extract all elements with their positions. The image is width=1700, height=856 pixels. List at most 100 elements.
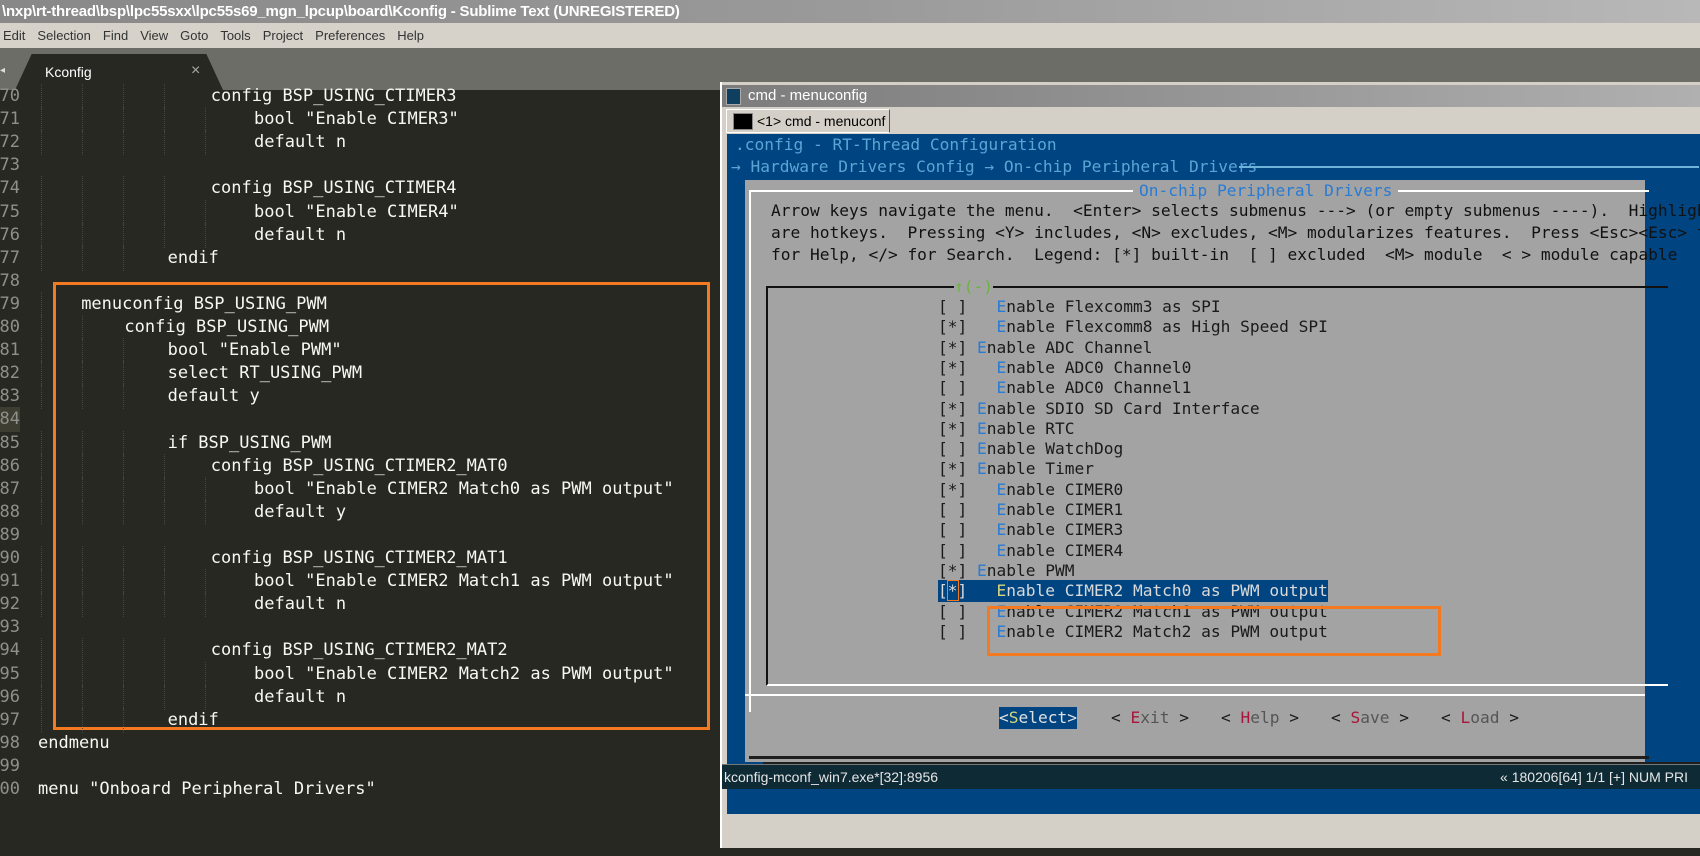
checkbox-checked[interactable]: [*]: [938, 317, 967, 336]
menuconfig-dialog: On-chip Peripheral Drivers Arrow keys na…: [745, 180, 1700, 762]
indent-guide: [204, 222, 206, 248]
tab-scroll-icon[interactable]: ◂: [0, 65, 5, 76]
code-line: 70 config BSP_USING_CTIMER3: [0, 84, 720, 109]
menu-option[interactable]: [ ] Enable CIMER4: [938, 540, 1123, 562]
checkbox-checked[interactable]: [*]: [938, 399, 967, 418]
indent-guide: [41, 569, 42, 595]
menu-item-project[interactable]: Project: [263, 28, 303, 43]
checkbox-unchecked[interactable]: [ ]: [938, 541, 967, 560]
menu-item-tools[interactable]: Tools: [220, 28, 250, 43]
code-editor[interactable]: 70 config BSP_USING_CTIMER3 71 bool "Enable…: [0, 84, 720, 856]
option-label: nable CIMER0: [1006, 479, 1124, 499]
checkbox-unchecked[interactable]: [ ]: [938, 520, 967, 539]
code-text: config BSP_USING_CTIMER2_MAT2: [210, 640, 508, 661]
menu-option[interactable]: [*] Enable Flexcomm8 as High Speed SPI: [938, 316, 1328, 338]
indent-guide: [81, 592, 83, 618]
menu-item-selection[interactable]: Selection: [37, 28, 90, 43]
menu-option[interactable]: [*] Enable CIMER0: [938, 479, 1123, 501]
indent-guide: [41, 222, 42, 248]
checkbox-checked[interactable]: [*]: [938, 561, 967, 580]
code-text: bool "Enable CIMER2 Match0 as PWM output…: [254, 478, 674, 499]
indent-guide: [122, 638, 124, 664]
terminal-tab-1[interactable]: <1> cmd - menuconf: [726, 109, 891, 133]
checkbox-unchecked[interactable]: [ ]: [938, 378, 967, 397]
indent-guide: [204, 199, 206, 225]
line-number: 73: [0, 155, 20, 176]
menu-item-help[interactable]: Help: [397, 28, 424, 43]
checkbox-checked[interactable]: [*]: [938, 580, 967, 602]
menu-item-view[interactable]: View: [140, 28, 168, 43]
menu-item-preferences[interactable]: Preferences: [315, 28, 385, 43]
indent-guide: [122, 684, 124, 710]
checkbox-unchecked[interactable]: [ ]: [938, 297, 967, 316]
menu-item-find[interactable]: Find: [103, 28, 128, 43]
indent-guide: [81, 130, 83, 156]
checkbox-unchecked[interactable]: [ ]: [938, 500, 967, 519]
menu-option[interactable]: [ ] Enable ADC0 Channel1: [938, 377, 1191, 399]
line-number: 91: [0, 571, 20, 592]
checkbox-checked[interactable]: [*]: [938, 419, 967, 438]
menu-option[interactable]: [*] Enable RTC: [938, 418, 1074, 440]
indent-guide: [122, 176, 124, 202]
menu-option[interactable]: [*] Enable Timer: [938, 458, 1094, 480]
indent-guide: [81, 430, 83, 456]
line-number: 87: [0, 478, 20, 499]
checkbox-checked[interactable]: [*]: [938, 480, 967, 499]
checkbox-unchecked[interactable]: [ ]: [938, 622, 967, 641]
terminal-tabs: <1> cmd - menuconf Search: [722, 108, 1700, 157]
menu-option[interactable]: [*] Enable SDIO SD Card Interface: [938, 398, 1260, 420]
menu-option[interactable]: [*] Enable ADC0 Channel0: [938, 357, 1191, 379]
indent-guide: [204, 684, 206, 710]
line-number: 93: [0, 617, 20, 638]
button-load[interactable]: < Load >: [1441, 707, 1519, 729]
button-help[interactable]: < Help >: [1221, 707, 1299, 729]
indent-guide: [41, 199, 42, 225]
menu-item-goto[interactable]: Goto: [180, 28, 208, 43]
dialog-border-left: [749, 190, 751, 712]
menu-option[interactable]: [ ] Enable WatchDog: [938, 438, 1123, 460]
option-label: nable SDIO SD Card Interface: [986, 398, 1260, 418]
code-text: default n: [254, 224, 347, 245]
checkbox-unchecked[interactable]: [ ]: [938, 439, 967, 458]
close-icon[interactable]: ×: [191, 62, 200, 80]
indent-guide: [122, 499, 124, 525]
hotkey-letter: E: [977, 560, 987, 580]
highlight-box-pwm-menu: [987, 606, 1441, 656]
menu-bar: Edit Selection Find View Goto Tools Project Pre…: [0, 23, 1700, 48]
menu-option[interactable]: [ ] Enable CIMER3: [938, 519, 1123, 541]
line-number: 83: [0, 386, 20, 407]
indent-guide: [122, 222, 124, 248]
code-text: select RT_USING_PWM: [167, 363, 363, 384]
menu-option[interactable]: [*] Enable ADC Channel: [938, 337, 1152, 359]
hotkey-letter: E: [996, 317, 1007, 337]
indent-guide: [204, 661, 206, 687]
checkbox-checked[interactable]: [*]: [938, 459, 967, 478]
checkbox-checked[interactable]: [*]: [938, 338, 967, 357]
indent-guide: [163, 84, 165, 109]
line-number: 74: [0, 178, 20, 199]
indent-guide: [81, 176, 83, 202]
option-label: nable CIMER4: [1006, 540, 1124, 560]
button-save[interactable]: < Save >: [1331, 707, 1409, 729]
terminal-status-bar: kconfig-mconf_win7.exe*[32]:8956 « 18020…: [722, 764, 1700, 789]
hotkey-letter: E: [977, 418, 987, 438]
indent-guide: [122, 199, 124, 225]
menu-option[interactable]: [*] Enable PWM: [938, 560, 1074, 582]
menu-item-edit[interactable]: Edit: [3, 28, 25, 43]
button-select[interactable]: <Select>: [999, 707, 1077, 729]
checkbox-checked[interactable]: [*]: [938, 358, 967, 377]
button-exit[interactable]: < Exit >: [1111, 707, 1189, 729]
menu-option[interactable]: [ ] Enable CIMER1: [938, 499, 1123, 521]
checkbox-unchecked[interactable]: [ ]: [938, 602, 967, 621]
indent-guide: [163, 661, 165, 687]
menu-option[interactable]: [*] Enable CIMER2 Match0 as PWM output: [938, 580, 1328, 603]
code-text: if BSP_USING_PWM: [167, 432, 332, 453]
menu-option[interactable]: [ ] Enable Flexcomm3 as SPI: [938, 296, 1221, 318]
line-number: 76: [0, 224, 20, 245]
indent-guide: [41, 707, 42, 733]
line-number: 78: [0, 270, 20, 291]
indent-guide: [41, 430, 42, 456]
